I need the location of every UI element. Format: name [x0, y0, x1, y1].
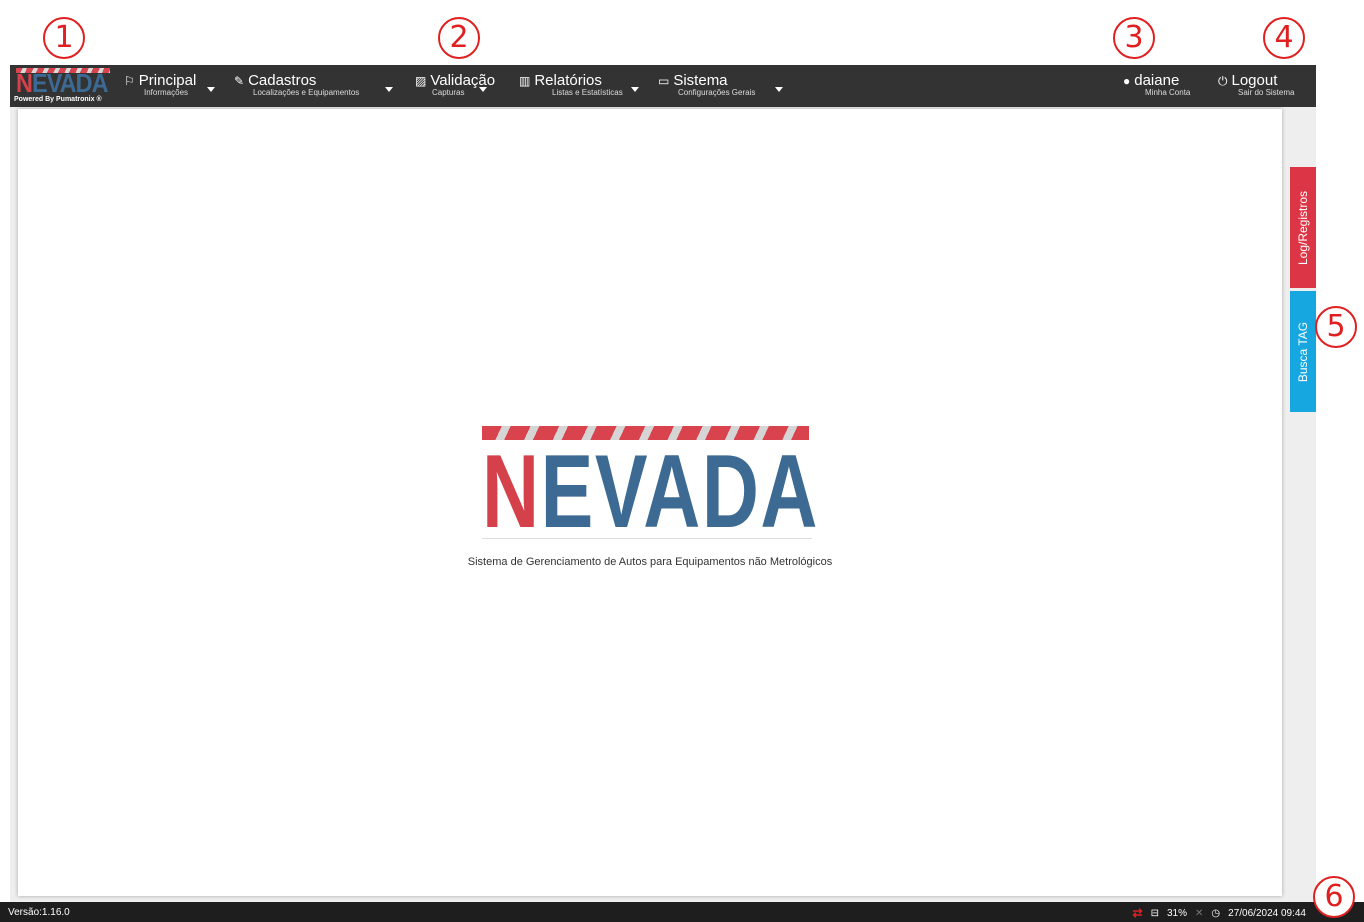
nav-relatorios[interactable]: ▥ Relatórios Listas e Estatísticas [519, 65, 639, 107]
datetime: 27/06/2024 09:44 [1228, 907, 1306, 919]
power-icon: ⏻ [1218, 74, 1228, 88]
brand-name: NEVADA [16, 68, 109, 98]
nav-principal[interactable]: ⚐ Principal Informações [124, 65, 220, 107]
chevron-down-icon [479, 87, 487, 92]
nav-label: Sistema [673, 72, 728, 89]
logout-label: Logout [1231, 72, 1278, 89]
annotation-3: 3 [1113, 17, 1155, 59]
busca-tag-tab[interactable]: Busca TAG [1290, 291, 1316, 412]
annotation-4: 4 [1263, 17, 1305, 59]
mute-icon: ✕ [1195, 907, 1204, 919]
log-tab-label: Log/Registros [1296, 190, 1310, 265]
system-tagline: Sistema de Gerenciamento de Autos para E… [467, 556, 833, 568]
nav-label: Cadastros [248, 72, 317, 89]
annotation-2: 2 [438, 17, 480, 59]
footer-status-bar: Versão:1.16.0 ⇄ ⊟ 31% ✕ ◷ 27/06/2024 09:… [0, 902, 1364, 922]
user-sublabel: Minha Conta [1145, 88, 1191, 97]
nav-validacao[interactable]: ▨ Validação Capturas [415, 65, 505, 107]
nav-sublabel: Localizações e Equipamentos [253, 88, 360, 97]
logout-sublabel: Sair do Sistema [1238, 88, 1295, 97]
annotation-1: 1 [43, 17, 85, 59]
chevron-down-icon [775, 87, 783, 92]
flag-icon: ⚐ [124, 74, 135, 88]
version-label: Versão:1.16.0 [8, 907, 70, 918]
nevada-logo: NEVADA [482, 426, 826, 546]
status-indicators: ⇄ ⊟ 31% ✕ ◷ 27/06/2024 09:44 [1133, 906, 1306, 920]
logo-underline [482, 538, 812, 539]
image-icon: ▨ [415, 74, 427, 88]
user-icon: ● [1123, 74, 1131, 88]
content-area: NEVADA Sistema de Gerenciamento de Autos… [10, 107, 1316, 902]
user-name: daiane [1134, 72, 1180, 89]
nav-label: Principal [138, 72, 197, 89]
nav-sublabel: Listas e Estatísticas [552, 88, 623, 97]
chevron-down-icon [631, 87, 639, 92]
nav-user-account[interactable]: ● daiane Minha Conta [1123, 65, 1203, 107]
nav-sistema[interactable]: ▭ Sistema Configurações Gerais [658, 65, 788, 107]
annotation-6: 6 [1313, 876, 1355, 918]
disk-usage: 31% [1167, 907, 1188, 919]
hdd-icon: ⊟ [1150, 907, 1159, 919]
nav-cadastros[interactable]: ✎ Cadastros Localizações e Equipamentos [234, 65, 398, 107]
bar-chart-icon: ▥ [519, 74, 531, 88]
powered-by: Powered By Pumatronix ® [14, 96, 102, 103]
chevron-down-icon [207, 87, 215, 92]
log-registros-tab[interactable]: Log/Registros [1290, 167, 1316, 288]
monitor-icon: ▭ [658, 74, 670, 88]
sync-icon: ⇄ [1132, 906, 1143, 920]
chevron-down-icon [385, 87, 393, 92]
top-navbar: NEVADA Powered By Pumatronix ® ⚐ Principa… [10, 65, 1316, 107]
tag-tab-label: Busca TAG [1296, 321, 1310, 382]
edit-icon: ✎ [234, 74, 245, 88]
main-panel: NEVADA Sistema de Gerenciamento de Autos… [18, 109, 1282, 896]
nav-logout[interactable]: ⏻ Logout Sair do Sistema [1218, 65, 1313, 107]
nav-sublabel: Informações [144, 88, 189, 97]
nav-label: Relatórios [534, 72, 602, 89]
clock-icon: ◷ [1211, 907, 1221, 919]
brand-logo[interactable]: NEVADA Powered By Pumatronix ® [14, 67, 114, 105]
annotation-5: 5 [1315, 306, 1357, 348]
nav-sublabel: Capturas [432, 88, 465, 97]
nav-sublabel: Configurações Gerais [678, 88, 756, 97]
logo-word: NEVADA [482, 434, 820, 550]
